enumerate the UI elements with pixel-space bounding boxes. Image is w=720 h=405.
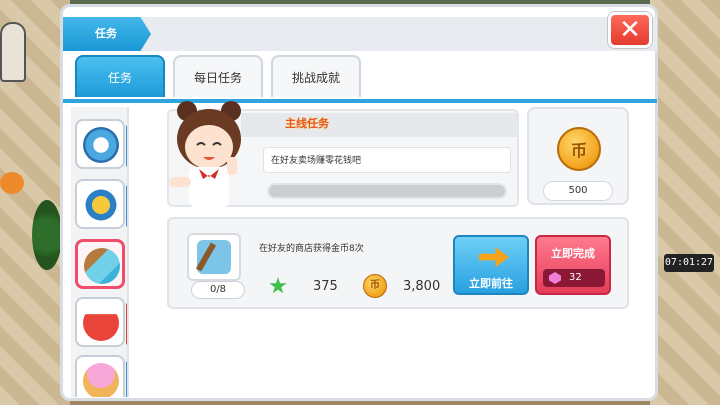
- plant-decoration: [32, 200, 62, 270]
- finish-button-label: 立即完成: [551, 247, 595, 260]
- drone-icon: [83, 187, 119, 223]
- side-item-drone[interactable]: [75, 179, 127, 229]
- tab-task[interactable]: 任务: [75, 55, 165, 97]
- reward-amount: 500: [543, 181, 613, 201]
- window-title: 任务: [63, 17, 151, 51]
- close-icon: ✕: [619, 15, 641, 45]
- side-item-drink[interactable]: [75, 297, 127, 347]
- gold-coin-icon: 币: [557, 127, 601, 171]
- task-window: 任务 ✕ 任务 每日任务 挑战成就 主线任务 在好友卖场赚零花钱吧 币 500 …: [60, 4, 658, 401]
- quest-progress-bar: [267, 183, 507, 199]
- tab-bar: 任务 每日任务 挑战成就: [75, 55, 361, 99]
- side-item-icecream[interactable]: [75, 355, 127, 397]
- search-tool-icon: [83, 127, 119, 163]
- cat-icon[interactable]: [0, 172, 24, 194]
- task-count: 0/8: [191, 281, 245, 299]
- task-description: 在好友的商店获得金币8次: [259, 244, 364, 254]
- task-category-list[interactable]: [71, 107, 129, 397]
- goto-button-label: 立即前往: [469, 277, 513, 290]
- side-item-broom[interactable]: [75, 239, 125, 289]
- broom-icon: [84, 248, 120, 284]
- ice-cream-icon: [83, 363, 119, 397]
- npc-character[interactable]: [0, 22, 26, 82]
- side-item-search[interactable]: [75, 119, 127, 169]
- tab-underline: [63, 99, 657, 103]
- close-button[interactable]: ✕: [608, 12, 652, 48]
- clock-display: 07:01:27: [664, 254, 714, 272]
- goto-button[interactable]: 立即前往: [453, 235, 529, 295]
- tab-daily[interactable]: 每日任务: [173, 55, 263, 97]
- finish-now-button[interactable]: 立即完成 32: [535, 235, 611, 295]
- guide-character-avatar: [169, 101, 241, 207]
- gold-coin-icon: 币: [363, 274, 387, 298]
- task-icon-box: [187, 233, 241, 281]
- floor-right: [650, 0, 720, 405]
- broom-icon: [197, 240, 231, 274]
- gold-reward: 3,800: [403, 279, 441, 294]
- title-bar: [63, 17, 657, 51]
- arrow-right-icon: [479, 247, 509, 267]
- quest-title: 主线任务: [285, 117, 329, 130]
- quest-description: 在好友卖场赚零花钱吧: [271, 156, 362, 166]
- quest-header: [241, 113, 517, 137]
- drink-cup-icon: [83, 305, 119, 341]
- exp-reward: 375: [313, 279, 338, 294]
- tab-achievements[interactable]: 挑战成就: [271, 55, 361, 97]
